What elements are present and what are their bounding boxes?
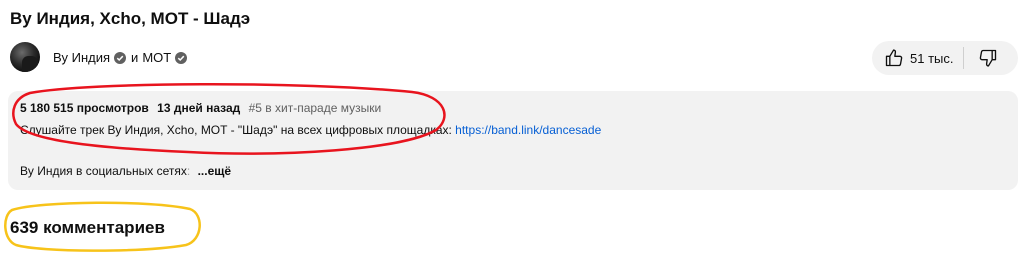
chart-rank-link[interactable]: #5 в хит-параде музыки — [249, 101, 382, 115]
description-text: Слушайте трек Ву Индия, Xcho, MOT - "Шад… — [20, 123, 601, 137]
channel-name-1[interactable]: Ву Индия — [53, 50, 110, 65]
channel-avatar[interactable] — [10, 42, 40, 72]
comments-count: 639 комментариев — [10, 218, 165, 237]
description-box[interactable]: 5 180 515 просмотров 13 дней назад #5 в … — [8, 91, 1018, 190]
dislike-button[interactable] — [964, 41, 1012, 75]
like-dislike-pill: 51 тыс. — [872, 41, 1018, 75]
thumbs-down-icon — [980, 49, 997, 67]
like-button[interactable]: 51 тыс. — [872, 41, 963, 75]
channel-joiner: и — [131, 50, 139, 65]
channel-names: Ву Индия и MOT — [53, 50, 192, 65]
video-meta-line: 5 180 515 просмотров 13 дней назад #5 в … — [20, 101, 381, 115]
upload-date: 13 дней назад — [157, 101, 241, 115]
channel-row: Ву Индия и MOT 51 тыс. — [8, 40, 1018, 76]
description-link[interactable]: https://band.link/dancesade — [455, 123, 601, 137]
social-line: Ву Индия в социальных сетях: ...ещё — [20, 164, 231, 178]
show-more-button[interactable]: ...ещё — [198, 164, 231, 178]
view-count: 5 180 515 просмотров — [20, 101, 149, 115]
thumbs-up-icon — [885, 49, 903, 67]
social-text-fade: : — [186, 164, 191, 178]
like-count: 51 тыс. — [910, 50, 954, 66]
description-text-prefix: Слушайте трек Ву Индия, Xcho, MOT - "Шад… — [20, 123, 456, 137]
channel-name-2[interactable]: MOT — [142, 50, 171, 65]
verified-check-icon — [175, 51, 188, 64]
verified-check-icon — [114, 51, 127, 64]
social-text: Ву Индия в социальных сетях — [20, 164, 187, 178]
video-title: Ву Индия, Xcho, MOT - Шадэ — [10, 9, 251, 28]
